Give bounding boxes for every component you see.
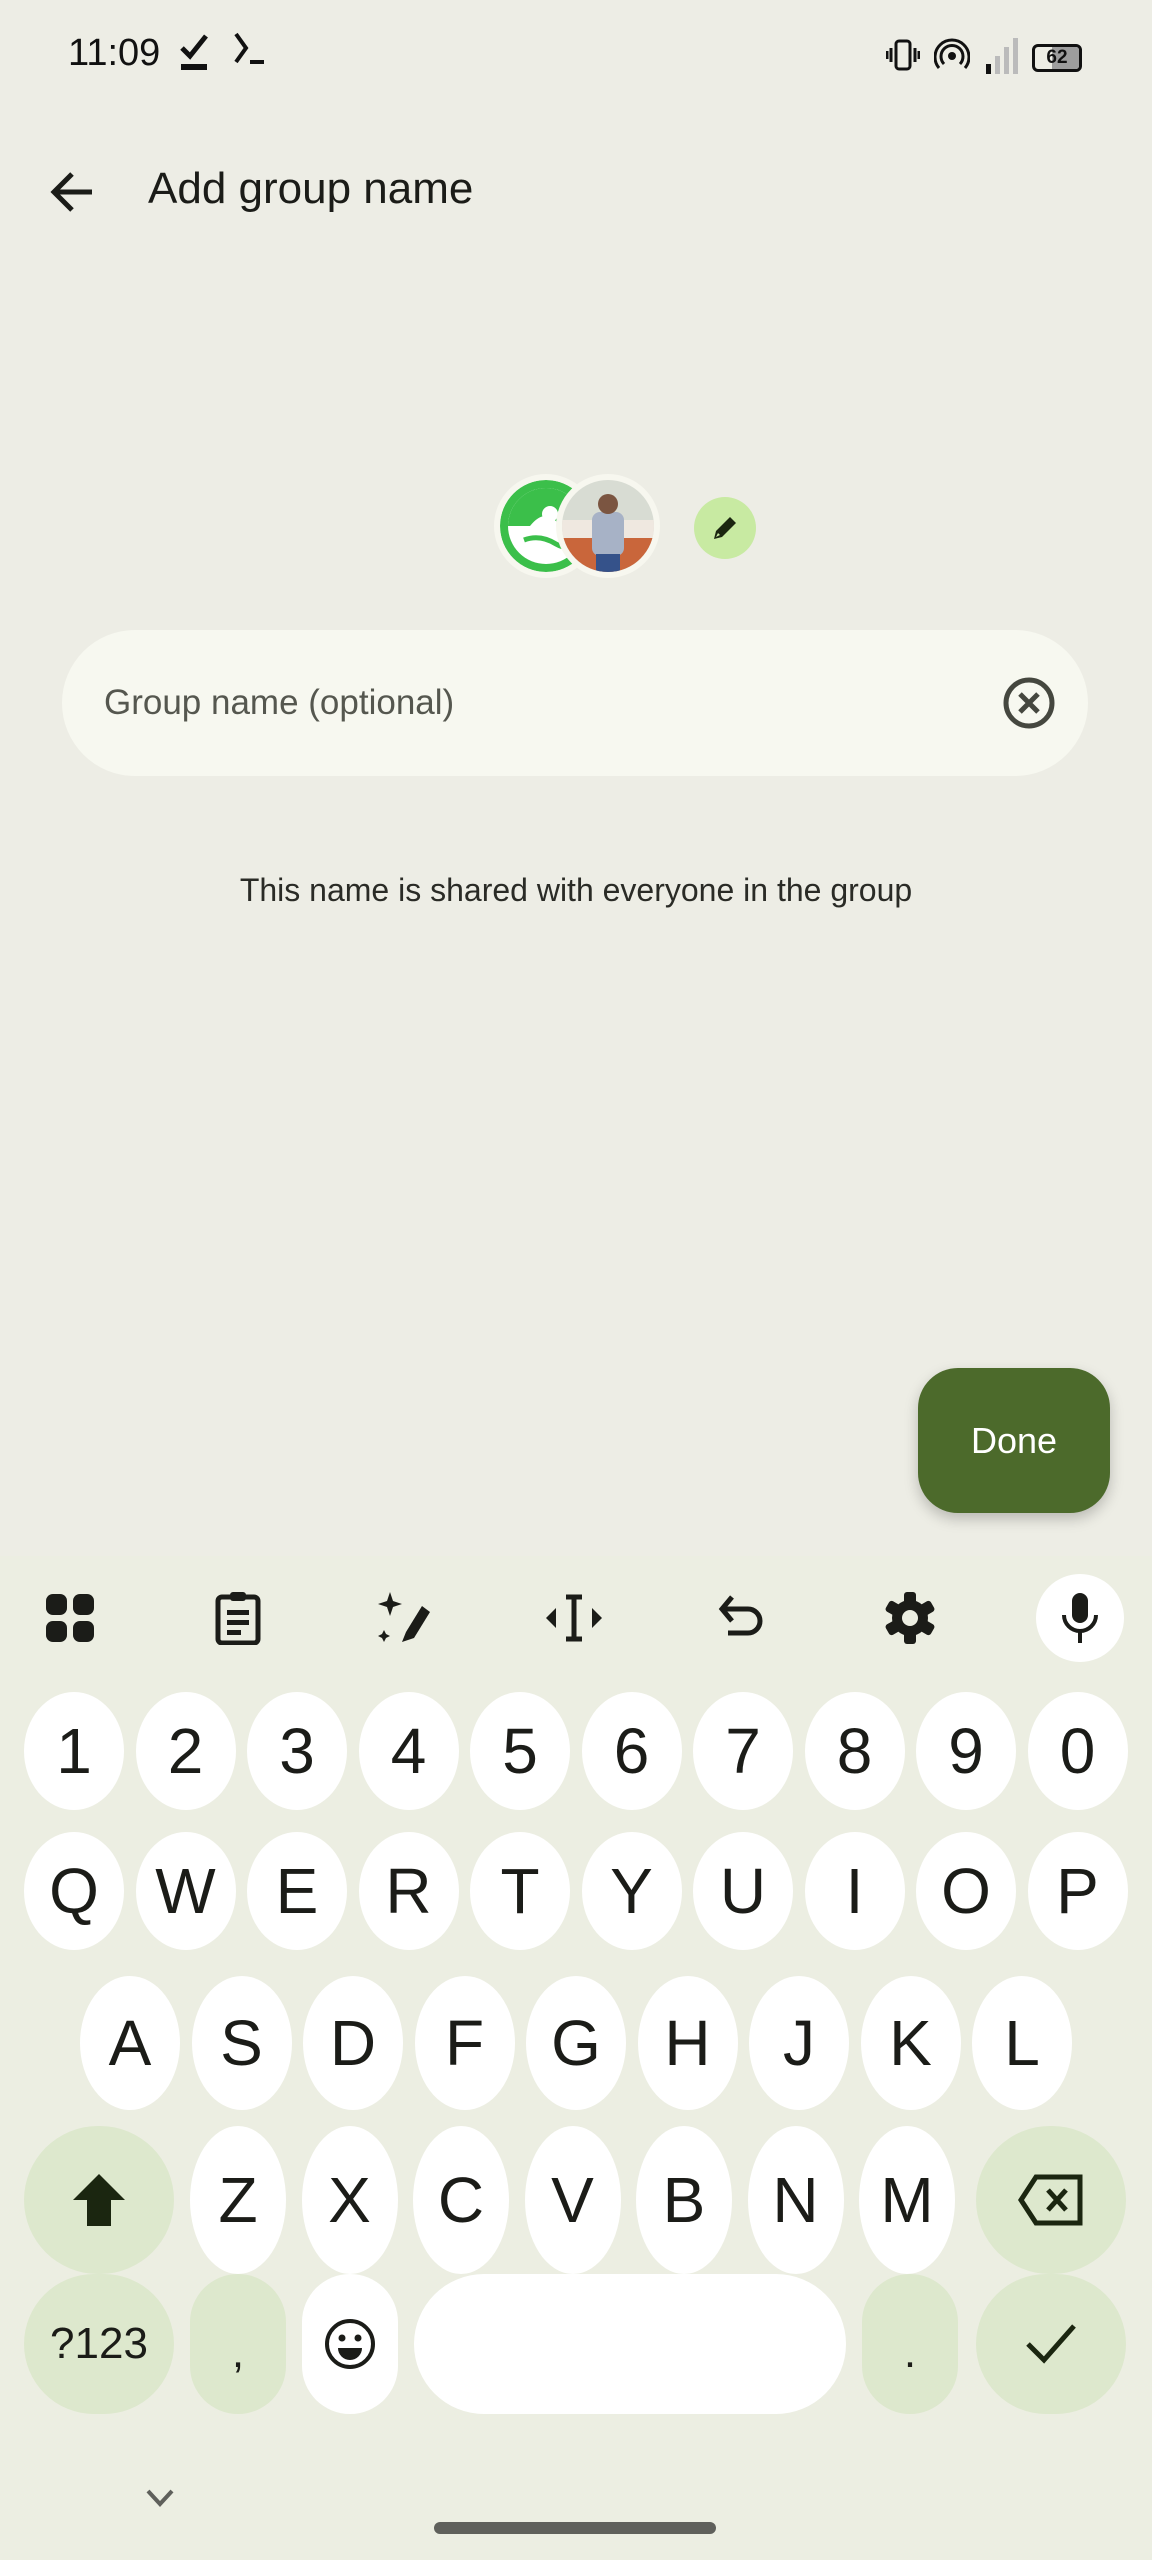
enter-key[interactable]: [976, 2274, 1126, 2414]
voice-input-button[interactable]: [1036, 1574, 1124, 1662]
keyboard-toolbar: [0, 1556, 1152, 1676]
hotspot-icon: [933, 38, 971, 77]
key-a[interactable]: A: [80, 1976, 180, 2110]
backspace-key[interactable]: [976, 2126, 1126, 2274]
terminal-icon: [232, 30, 268, 75]
group-avatars: [494, 474, 664, 578]
magic-edit-icon: [378, 1592, 430, 1642]
microphone-icon: [1062, 1593, 1098, 1643]
apps-grid-button[interactable]: [26, 1574, 114, 1662]
settings-gear-icon: [885, 1592, 935, 1644]
key-u[interactable]: U: [693, 1832, 793, 1950]
key-h[interactable]: H: [637, 1976, 738, 2110]
magic-edit-button[interactable]: [362, 1574, 450, 1662]
arrow-back-icon: [50, 172, 92, 212]
key-2[interactable]: 2: [135, 1692, 236, 1810]
key-9[interactable]: 9: [916, 1692, 1016, 1810]
task-check-icon: [178, 34, 212, 77]
group-name-input[interactable]: [104, 630, 984, 776]
status-bar: 11:09 62: [0, 0, 1152, 110]
text-cursor-icon: [546, 1594, 602, 1642]
group-name-field: [62, 630, 1088, 776]
key-n[interactable]: N: [747, 2126, 844, 2274]
key-q[interactable]: Q: [24, 1832, 124, 1950]
key-v[interactable]: V: [524, 2126, 621, 2274]
backspace-icon: [1018, 2174, 1083, 2226]
key-3[interactable]: 3: [247, 1692, 347, 1810]
settings-button[interactable]: [866, 1574, 954, 1662]
undo-icon: [718, 1595, 763, 1636]
key-x[interactable]: X: [301, 2126, 398, 2274]
vibrate-icon: [885, 38, 921, 77]
key-6[interactable]: 6: [581, 1692, 682, 1810]
helper-text: This name is shared with everyone in the…: [239, 872, 913, 908]
app-bar: Add group name: [0, 140, 1152, 240]
battery-icon: 62: [1032, 43, 1082, 72]
clear-circle-icon: [1003, 677, 1055, 729]
key-m[interactable]: M: [859, 2126, 955, 2274]
clear-button[interactable]: [1002, 676, 1056, 730]
emoji-icon: [325, 2319, 375, 2369]
key-i[interactable]: I: [804, 1832, 905, 1950]
status-time: 11:09: [68, 32, 161, 74]
key-w[interactable]: W: [135, 1832, 236, 1950]
person-photo-avatar: [556, 474, 660, 578]
key-o[interactable]: O: [916, 1832, 1016, 1950]
key-8[interactable]: 8: [804, 1692, 905, 1810]
page-title: Add group name: [148, 164, 474, 213]
key-c[interactable]: C: [413, 2126, 509, 2274]
space-key[interactable]: [414, 2274, 846, 2414]
done-button[interactable]: Done: [918, 1368, 1110, 1513]
keyboard-collapse-button[interactable]: [140, 2478, 180, 2518]
key-k[interactable]: K: [860, 1976, 961, 2110]
key-1[interactable]: 1: [24, 1692, 124, 1810]
edit-photo-button[interactable]: [694, 497, 756, 559]
key-d[interactable]: D: [303, 1976, 403, 2110]
key-0[interactable]: 0: [1027, 1692, 1128, 1810]
key-t[interactable]: T: [470, 1832, 570, 1950]
key-s[interactable]: S: [191, 1976, 292, 2110]
key-p[interactable]: P: [1027, 1832, 1128, 1950]
key-4[interactable]: 4: [358, 1692, 459, 1810]
back-button[interactable]: [36, 162, 108, 222]
comma-key[interactable]: ,: [190, 2274, 286, 2414]
checkmark-icon: [1026, 2324, 1076, 2364]
chevron-down-icon: [146, 2489, 174, 2507]
key-y[interactable]: Y: [581, 1832, 682, 1950]
key-5[interactable]: 5: [470, 1692, 570, 1810]
pencil-icon: [714, 517, 736, 539]
key-z[interactable]: Z: [190, 2126, 286, 2274]
undo-button[interactable]: [698, 1574, 786, 1662]
key-7[interactable]: 7: [693, 1692, 793, 1810]
key-g[interactable]: G: [526, 1976, 626, 2110]
key-e[interactable]: E: [247, 1832, 347, 1950]
clipboard-icon: [215, 1592, 261, 1645]
key-f[interactable]: F: [414, 1976, 515, 2110]
key-r[interactable]: R: [358, 1832, 459, 1950]
key-b[interactable]: B: [636, 2126, 732, 2274]
emoji-key[interactable]: [302, 2274, 398, 2414]
shift-key[interactable]: [24, 2126, 174, 2274]
shift-arrow-icon: [73, 2174, 125, 2226]
period-key[interactable]: .: [862, 2274, 958, 2414]
text-cursor-button[interactable]: [530, 1574, 618, 1662]
clipboard-button[interactable]: [194, 1574, 282, 1662]
key-l[interactable]: L: [972, 1976, 1072, 2110]
apps-grid-icon: [46, 1594, 94, 1642]
battery-level: 62: [1046, 46, 1068, 68]
keyboard: 1234567890 QWERTYUIOP ASDFGHJKL ZXCVBNM ?12…: [0, 1556, 1152, 2560]
symbols-key[interactable]: ?123: [24, 2274, 174, 2414]
signal-icon: [984, 36, 1018, 79]
home-indicator[interactable]: [434, 2522, 716, 2534]
key-j[interactable]: J: [749, 1976, 849, 2110]
